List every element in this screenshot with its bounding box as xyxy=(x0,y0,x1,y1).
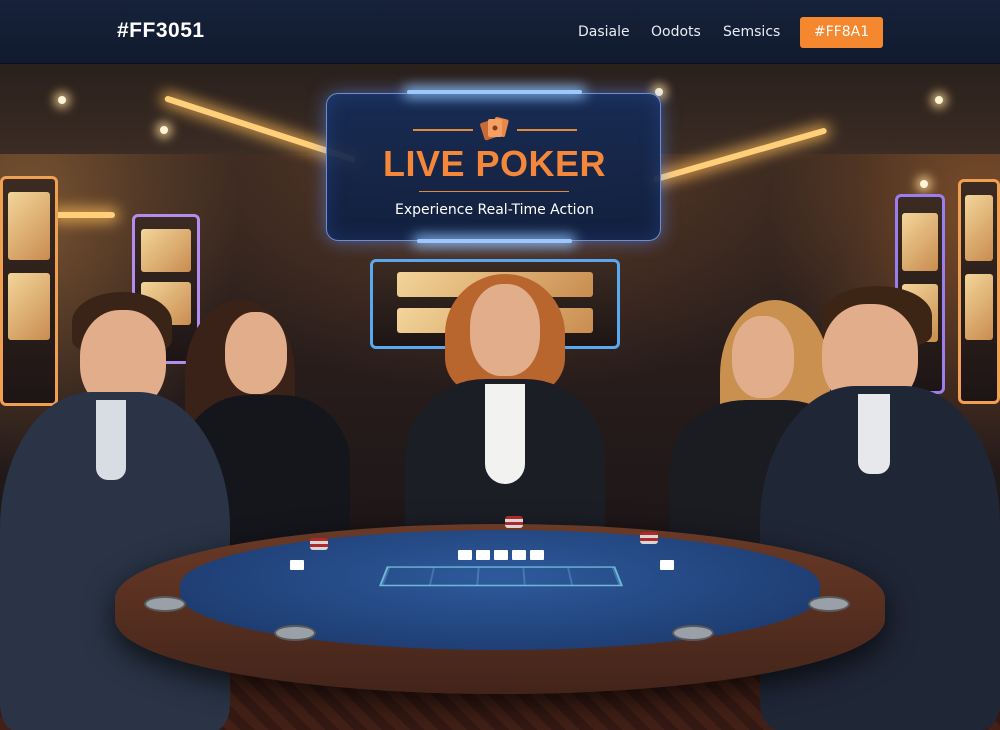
community-card xyxy=(530,550,544,560)
player-card xyxy=(660,560,674,570)
nav-link-3[interactable]: Semsics xyxy=(723,24,780,40)
ceiling-spotlight xyxy=(935,96,943,104)
chip-stack xyxy=(640,532,658,544)
community-card xyxy=(476,550,490,560)
glow-accent xyxy=(407,90,582,94)
cta-button[interactable]: #FF8A1 xyxy=(800,17,883,48)
cup-holder xyxy=(144,596,186,612)
hero-promo-card: LIVE POKER Experience Real-Time Action xyxy=(326,90,661,243)
decorative-line xyxy=(517,129,577,131)
community-card xyxy=(512,550,526,560)
community-card xyxy=(494,550,508,560)
playing-cards-icon xyxy=(480,116,509,141)
cup-holder xyxy=(808,596,850,612)
top-navbar: #FF3051 Dasiale Oodots Semsics #FF8A1 xyxy=(0,0,1000,64)
chip-stack xyxy=(505,516,523,528)
ceiling-spotlight xyxy=(58,96,66,104)
brand-logo[interactable]: #FF3051 xyxy=(117,19,205,43)
nav-link-1[interactable]: Dasiale xyxy=(578,24,630,40)
nav-link-2[interactable]: Oodots xyxy=(651,24,701,40)
hero-title: LIVE POKER xyxy=(382,143,607,184)
betting-layout xyxy=(378,566,624,587)
chip-stack xyxy=(310,538,328,550)
ceiling-spotlight xyxy=(920,180,928,188)
glow-accent xyxy=(417,239,572,243)
decorative-line xyxy=(413,129,473,131)
hero-subtitle: Experience Real-Time Action xyxy=(394,202,595,218)
cup-holder xyxy=(672,625,714,641)
title-underline xyxy=(419,191,569,192)
ceiling-spotlight xyxy=(160,126,168,134)
player-card xyxy=(290,560,304,570)
ceiling-light-strip xyxy=(55,212,115,218)
cup-holder xyxy=(274,625,316,641)
community-card xyxy=(458,550,472,560)
